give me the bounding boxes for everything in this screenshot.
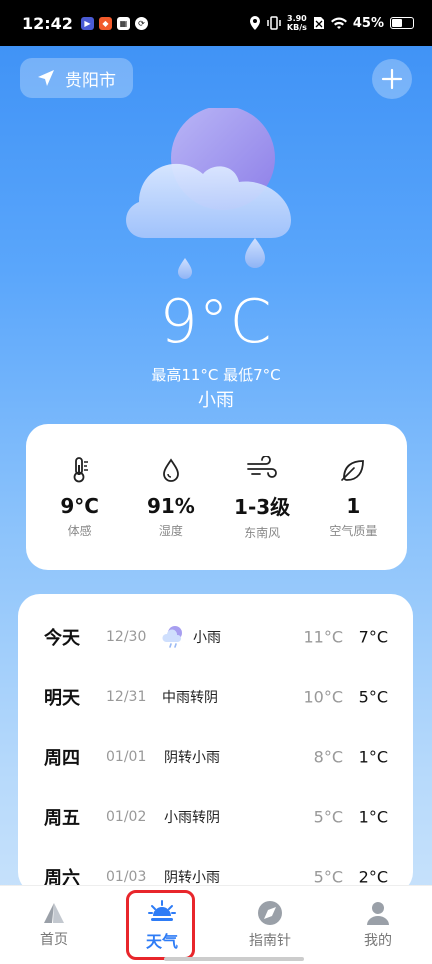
location-status-icon [249, 16, 260, 30]
home-sail-icon [44, 903, 64, 923]
stat-air-quality: 1 空气质量 [308, 456, 398, 539]
forecast-date: 01/01 [106, 749, 147, 765]
stat-label: 体感 [67, 523, 92, 538]
weather-sun-icon [148, 900, 176, 921]
nav-home[interactable]: 首页 [0, 886, 108, 964]
leaf-icon [341, 459, 365, 481]
rain-cloud-icon [126, 108, 291, 279]
stat-value: 1 [346, 493, 361, 518]
status-time: 12:42 [22, 13, 73, 33]
home-indicator[interactable] [164, 957, 304, 961]
stat-value: 9°C [60, 493, 99, 518]
forecast-condition: 小雨 [193, 630, 221, 646]
status-icons: 3.90 KB/s 45% [249, 14, 414, 32]
net-speed-unit: KB/s [286, 23, 307, 32]
plus-icon [381, 68, 403, 90]
nav-profile[interactable]: 我的 [324, 886, 432, 964]
forecast-low: 5°C [358, 687, 388, 707]
vibrate-icon [267, 16, 281, 30]
battery-icon [390, 17, 414, 29]
navigation-arrow-icon [38, 70, 54, 86]
forecast-condition: 阴转小雨 [164, 870, 220, 886]
stat-feels-like: 9°C 体感 [35, 456, 125, 539]
nav-compass[interactable]: 指南针 [216, 886, 324, 964]
wifi-icon [330, 17, 347, 29]
forecast-list[interactable]: 今天 12/30 小雨 11°C 7°C 明天 12/31 中雨转阴 10°C … [18, 594, 413, 894]
forecast-row[interactable]: 明天 12/31 中雨转阴 10°C 5°C [18, 667, 413, 727]
forecast-date: 01/03 [106, 869, 147, 885]
forecast-date: 12/31 [106, 689, 147, 705]
thermometer-icon [73, 456, 88, 482]
stat-label: 湿度 [158, 523, 183, 538]
location-button[interactable]: 贵阳市 [20, 58, 133, 98]
humidity-icon [162, 457, 179, 482]
stat-label: 空气质量 [329, 523, 378, 538]
forecast-high: 11°C [303, 627, 343, 647]
forecast-low: 7°C [358, 627, 388, 647]
nav-label: 我的 [364, 933, 392, 949]
compass-icon [258, 901, 282, 925]
forecast-condition: 中雨转阴 [162, 690, 218, 706]
nav-weather[interactable]: 天气 [108, 886, 216, 964]
city-name: 贵阳市 [65, 70, 116, 91]
stat-humidity: 91% 湿度 [126, 456, 216, 539]
forecast-day: 明天 [44, 688, 80, 709]
light-rain-icon [162, 626, 182, 648]
status-bar: 12:42 ▶ ◆ ▦ ⟳ 3.90 KB/s 45% [0, 0, 432, 46]
forecast-low: 2°C [358, 867, 388, 887]
forecast-high: 8°C [313, 747, 343, 767]
forecast-row[interactable]: 周四 01/01 阴转小雨 8°C 1°C [18, 727, 413, 787]
forecast-high: 5°C [313, 807, 343, 827]
net-speed: 3.90 KB/s [287, 14, 307, 32]
forecast-condition: 阴转小雨 [164, 750, 220, 766]
forecast-row[interactable]: 今天 12/30 小雨 11°C 7°C [18, 607, 413, 667]
forecast-condition: 小雨转阴 [164, 810, 220, 826]
nav-label: 天气 [145, 932, 178, 951]
no-sim-icon [313, 17, 324, 29]
video-app-icon: ▶ [80, 16, 94, 30]
forecast-day: 周四 [44, 748, 80, 769]
forecast-low: 1°C [358, 807, 388, 827]
forecast-date: 01/02 [106, 809, 147, 825]
shopping-app-icon: ◆ [98, 16, 112, 30]
forecast-row[interactable]: 周五 01/02 小雨转阴 5°C 1°C [18, 787, 413, 847]
high-low-temperature: 最高11°C 最低7°C [151, 366, 281, 384]
current-condition: 小雨 [198, 390, 234, 411]
forecast-high: 5°C [313, 867, 343, 887]
forecast-day: 周五 [44, 808, 80, 829]
calendar-app-icon: ▦ [116, 16, 130, 30]
stat-value: 91% [146, 493, 195, 518]
nav-label: 首页 [40, 932, 68, 948]
profile-icon [367, 902, 389, 925]
net-speed-value: 3.90 [287, 14, 307, 23]
forecast-day: 今天 [44, 628, 80, 649]
bottom-nav: 首页 天气 指南针 我的 [0, 885, 432, 964]
wind-icon [247, 456, 278, 478]
current-temperature: 9°C [159, 287, 273, 357]
forecast-low: 1°C [358, 747, 388, 767]
forecast-date: 12/30 [106, 629, 147, 645]
link-app-icon: ⟳ [134, 16, 148, 30]
weather-stats-card: 9°C 体感 91% 湿度 1-3级 东南风 1 空气质量 [26, 424, 407, 570]
battery-percent: 45% [352, 15, 384, 31]
forecast-high: 10°C [303, 687, 343, 707]
stat-value: 1-3级 [234, 495, 291, 519]
stat-label: 东南风 [244, 526, 281, 540]
stat-wind: 1-3级 东南风 [217, 453, 307, 541]
nav-label: 指南针 [249, 933, 291, 949]
add-city-button[interactable] [372, 59, 412, 99]
